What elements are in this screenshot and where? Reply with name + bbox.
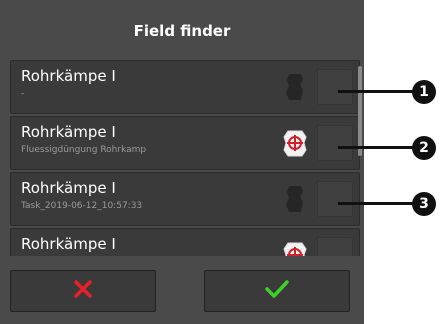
field-list[interactable]: Rohrkämpe I - Rohrkämpe I Fluessigdüngun… <box>10 60 360 258</box>
callout-line <box>338 202 414 205</box>
field-name: Rohrkämpe I <box>21 67 116 85</box>
field-target-icon <box>281 125 309 161</box>
select-box[interactable] <box>317 125 353 161</box>
dialog-footer <box>0 256 364 324</box>
field-subtitle: Fluessigdüngung Rohrkamp <box>21 145 147 155</box>
callout-marker: 1 <box>412 80 436 104</box>
field-row[interactable]: Rohrkämpe I <box>10 228 360 258</box>
dialog-title: Field finder <box>0 0 364 62</box>
field-name: Rohrkämpe I <box>21 179 116 197</box>
cancel-button[interactable] <box>10 270 156 312</box>
x-icon <box>73 279 93 303</box>
field-finder-dialog: Field finder Rohrkämpe I - Rohrkämpe I F… <box>0 0 364 324</box>
callout-marker: 2 <box>412 136 436 160</box>
field-shape-icon <box>281 181 309 217</box>
select-box[interactable] <box>317 181 353 217</box>
confirm-button[interactable] <box>204 270 350 312</box>
field-row[interactable]: Rohrkämpe I - <box>10 60 360 114</box>
callout-marker: 3 <box>412 192 436 216</box>
callout-line <box>338 146 414 149</box>
select-box[interactable] <box>317 69 353 105</box>
field-row[interactable]: Rohrkämpe I Fluessigdüngung Rohrkamp <box>10 116 360 170</box>
field-row[interactable]: Rohrkämpe I Task_2019-06-12_10:57:33 <box>10 172 360 226</box>
field-name: Rohrkämpe I <box>21 123 116 141</box>
checkmark-icon <box>264 279 290 303</box>
field-name: Rohrkämpe I <box>21 235 116 253</box>
field-subtitle: - <box>21 89 25 99</box>
field-target-icon <box>281 237 309 258</box>
callout-line <box>338 90 414 93</box>
scrollbar[interactable] <box>358 66 362 156</box>
select-box[interactable] <box>317 237 353 258</box>
field-subtitle: Task_2019-06-12_10:57:33 <box>21 201 143 211</box>
field-shape-icon <box>281 69 309 105</box>
